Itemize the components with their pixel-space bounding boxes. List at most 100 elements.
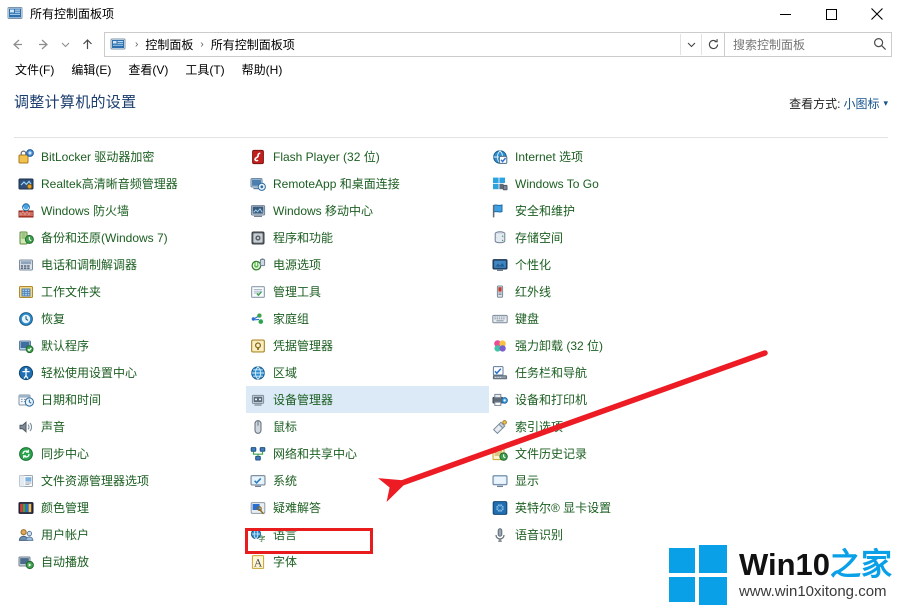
view-by-label: 查看方式: [789, 95, 840, 112]
control-panel-item[interactable]: 键盘 [488, 305, 738, 332]
control-panel-item[interactable]: 电源选项 [246, 251, 486, 278]
control-panel-item[interactable]: Windows To Go [488, 170, 738, 197]
control-panel-item[interactable]: 系统 [246, 467, 486, 494]
control-panel-item[interactable]: 文件历史记录 [488, 440, 738, 467]
control-panel-item[interactable]: 用户帐户 [14, 521, 244, 548]
breadcrumb-separator-0: › [130, 39, 143, 50]
control-panel-item-label: 备份和还原(Windows 7) [41, 232, 168, 244]
menu-edit[interactable]: 编辑(E) [63, 63, 120, 78]
control-panel-item[interactable]: 索引选项 [488, 413, 738, 440]
control-panel-item[interactable]: A字体 [246, 548, 486, 575]
control-panel-item-label: 声音 [41, 421, 65, 433]
mouse-icon [250, 419, 266, 435]
control-panel-item[interactable]: 管理工具 [246, 278, 486, 305]
control-panel-item[interactable]: BitLocker 驱动器加密 [14, 143, 244, 170]
control-panel-item-label: Windows 防火墙 [41, 205, 129, 217]
refresh-icon[interactable] [701, 34, 724, 55]
control-panel-item-label: 强力卸载 (32 位) [515, 340, 603, 352]
control-panel-item[interactable]: 恢复 [14, 305, 244, 332]
control-panel-item[interactable]: 备份和还原(Windows 7) [14, 224, 244, 251]
control-panel-item[interactable]: 日期和时间 [14, 386, 244, 413]
control-panel-item-label: 凭据管理器 [273, 340, 333, 352]
control-panel-item[interactable]: 设备和打印机 [488, 386, 738, 413]
device-manager-icon [250, 392, 266, 408]
menu-view[interactable]: 查看(V) [120, 63, 177, 78]
breadcrumb[interactable]: › 控制面板 › 所有控制面板项 [104, 32, 725, 57]
watermark-title-en: Win10 [739, 547, 830, 582]
search-input[interactable]: 搜索控制面板 [725, 36, 869, 53]
view-by-control: 查看方式: 小图标 ▾ [789, 95, 888, 112]
control-panel-item[interactable]: 英特尔® 显卡设置 [488, 494, 738, 521]
control-panel-item[interactable]: 网络和共享中心 [246, 440, 486, 467]
control-panel-item[interactable]: 家庭组 [246, 305, 486, 332]
windows-logo-icon [667, 544, 729, 606]
back-button[interactable] [4, 31, 30, 57]
control-panel-item[interactable]: RemoteApp 和桌面连接 [246, 170, 486, 197]
control-panel-item[interactable]: Internet 选项 [488, 143, 738, 170]
autoplay-icon [18, 554, 34, 570]
control-panel-item[interactable]: 程序和功能 [246, 224, 486, 251]
control-panel-window: 所有控制面板项 [0, 0, 900, 612]
control-panel-item[interactable]: 设备管理器 [246, 386, 489, 413]
menu-help[interactable]: 帮助(H) [234, 63, 292, 78]
search-icon[interactable] [869, 37, 891, 51]
control-panel-item[interactable]: 任务栏和导航 [488, 359, 738, 386]
display-icon [492, 473, 508, 489]
internet-options-icon [492, 149, 508, 165]
control-panel-item[interactable]: 安全和维护 [488, 197, 738, 224]
control-panel-item[interactable]: 文件资源管理器选项 [14, 467, 244, 494]
minimize-button[interactable] [762, 0, 808, 28]
control-panel-item-label: Windows 移动中心 [273, 205, 373, 217]
control-panel-item[interactable]: 字语言 [246, 521, 486, 548]
control-panel-item[interactable]: Windows 移动中心 [246, 197, 486, 224]
flash-player-icon [250, 149, 266, 165]
breadcrumb-item-0[interactable]: 控制面板 [143, 36, 195, 53]
column-1: BitLocker 驱动器加密Realtek高清晰音频管理器 Windows 防火… [14, 143, 244, 575]
breadcrumb-chevron-down-icon[interactable] [680, 34, 701, 55]
menu-tools[interactable]: 工具(T) [177, 63, 233, 78]
control-panel-item[interactable]: Realtek高清晰音频管理器 [14, 170, 244, 197]
control-panel-item[interactable]: 默认程序 [14, 332, 244, 359]
breadcrumb-item-1[interactable]: 所有控制面板项 [209, 36, 297, 53]
control-panel-item-label: 鼠标 [273, 421, 297, 433]
forward-button[interactable] [30, 31, 56, 57]
maximize-button[interactable] [808, 0, 854, 28]
close-button[interactable] [854, 0, 900, 28]
control-panel-item[interactable]: 凭据管理器 [246, 332, 486, 359]
watermark: Win10之家 www.win10xitong.com [667, 544, 892, 606]
control-panel-item[interactable]: 同步中心 [14, 440, 244, 467]
control-panel-item-label: 疑难解答 [273, 502, 321, 514]
control-panel-item-label: 工作文件夹 [41, 286, 101, 298]
control-panel-item[interactable]: Windows 防火墙 [14, 197, 244, 224]
control-panel-item[interactable]: 声音 [14, 413, 244, 440]
chevron-down-icon[interactable]: ▾ [883, 98, 888, 109]
control-panel-item[interactable]: 疑难解答 [246, 494, 486, 521]
control-panel-item[interactable]: 存储空间 [488, 224, 738, 251]
up-button[interactable] [74, 31, 100, 57]
control-panel-item[interactable]: 强力卸载 (32 位) [488, 332, 738, 359]
svg-text:字: 字 [258, 534, 265, 543]
control-panel-item[interactable]: 工作文件夹 [14, 278, 244, 305]
control-panel-item[interactable]: 红外线 [488, 278, 738, 305]
control-panel-item[interactable]: 电话和调制解调器 [14, 251, 244, 278]
view-by-value[interactable]: 小图标 [843, 95, 879, 112]
control-panel-item[interactable]: 显示 [488, 467, 738, 494]
personalization-icon [492, 257, 508, 273]
control-panel-item[interactable]: 自动播放 [14, 548, 244, 575]
control-panel-item-label: 默认程序 [41, 340, 89, 352]
control-panel-item-label: 家庭组 [273, 313, 309, 325]
page-title: 调整计算机的设置 [14, 91, 136, 112]
indexing-options-icon [492, 419, 508, 435]
control-panel-item[interactable]: 轻松使用设置中心 [14, 359, 244, 386]
control-panel-item[interactable]: Flash Player (32 位) [246, 143, 486, 170]
control-panel-item[interactable]: 个性化 [488, 251, 738, 278]
admin-tools-icon [250, 284, 266, 300]
recent-locations-button[interactable] [56, 31, 74, 57]
control-panel-item[interactable]: 鼠标 [246, 413, 486, 440]
control-panel-item[interactable]: 颜色管理 [14, 494, 244, 521]
mobility-center-icon [250, 203, 266, 219]
control-panel-item[interactable]: 区域 [246, 359, 486, 386]
menu-file[interactable]: 文件(F) [7, 63, 63, 78]
search-box[interactable]: 搜索控制面板 [725, 32, 892, 57]
default-programs-icon [18, 338, 34, 354]
